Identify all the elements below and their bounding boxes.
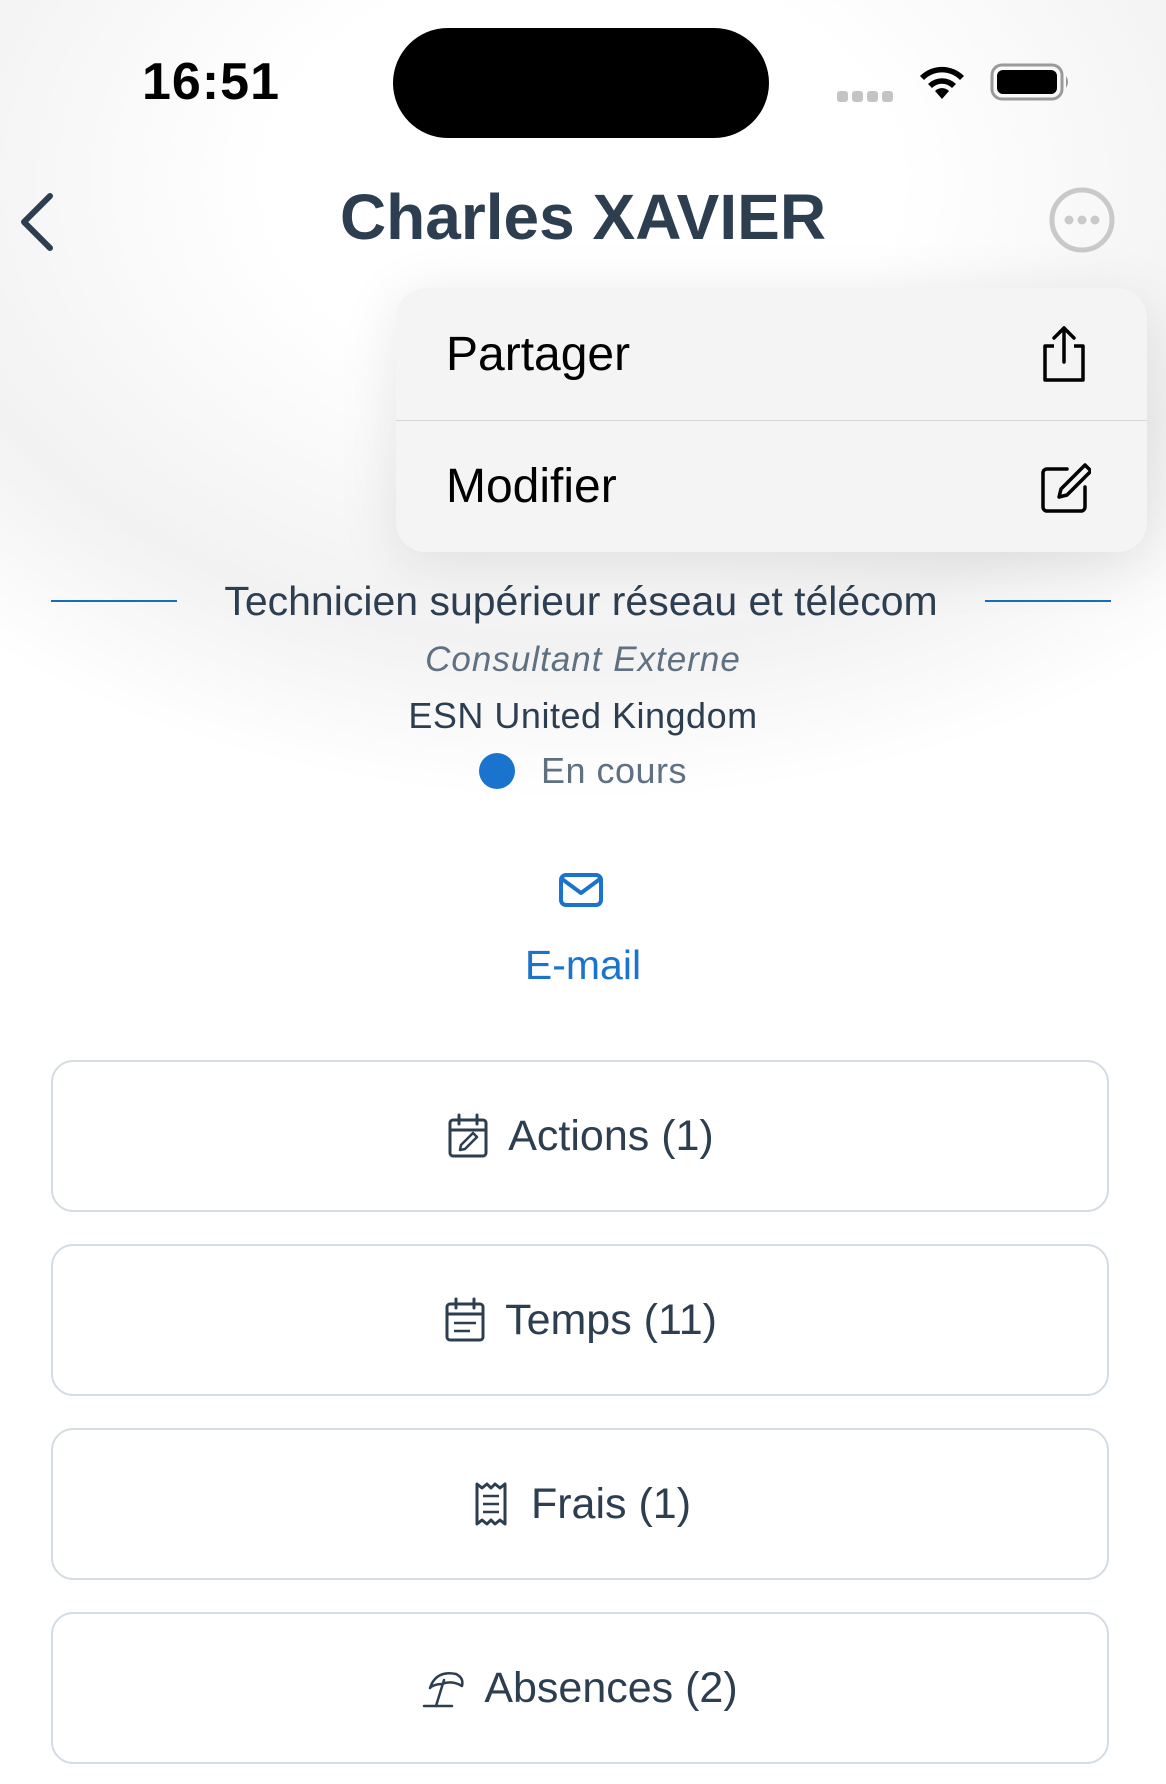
envelope-icon[interactable] xyxy=(558,872,604,908)
status-row: En cours xyxy=(0,750,1166,792)
section-label: Frais (1) xyxy=(530,1479,692,1528)
job-title-row: Technicien supérieur réseau et télécom xyxy=(51,574,1111,626)
section-label: Absences (2) xyxy=(484,1663,738,1712)
job-title: Technicien supérieur réseau et télécom xyxy=(224,578,938,624)
share-icon xyxy=(1043,326,1085,382)
more-options-icon[interactable] xyxy=(1048,186,1116,254)
time-button[interactable]: Temps (11) xyxy=(51,1244,1109,1396)
edit-icon xyxy=(1041,463,1091,513)
contract-type: Consultant Externe xyxy=(425,640,741,679)
actions-button[interactable]: Actions (1) xyxy=(51,1060,1109,1212)
calendar-edit-icon xyxy=(448,1113,488,1158)
battery-icon xyxy=(990,63,1068,101)
section-label: Actions (1) xyxy=(508,1111,714,1160)
calendar-list-icon xyxy=(445,1297,485,1342)
dynamic-island xyxy=(393,28,769,138)
company-name: ESN United Kingdom xyxy=(408,695,758,736)
cellular-signal-icon xyxy=(837,89,897,102)
menu-item-label: Modifier xyxy=(446,460,617,513)
menu-item-label: Partager xyxy=(446,327,631,381)
section-label: Temps (11) xyxy=(505,1295,717,1344)
page-title: Charles XAVIER xyxy=(339,181,827,253)
status-time: 16:51 xyxy=(142,53,280,111)
wifi-icon xyxy=(920,66,964,99)
email-button[interactable]: E-mail xyxy=(0,942,1166,989)
app-screen: 16:51 Charles XAVIER Partager Modifier T… xyxy=(0,0,1166,1784)
expenses-button[interactable]: Frais (1) xyxy=(51,1428,1109,1580)
menu-item-edit[interactable]: Modifier xyxy=(396,420,1147,552)
status-dot-icon xyxy=(478,753,515,789)
receipt-icon xyxy=(475,1482,507,1526)
divider-line xyxy=(985,600,1111,602)
menu-item-share[interactable]: Partager xyxy=(396,288,1147,420)
absences-button[interactable]: Absences (2) xyxy=(51,1612,1109,1764)
beach-umbrella-icon xyxy=(423,1672,464,1708)
status-label: En cours xyxy=(540,750,688,791)
options-menu: Partager Modifier xyxy=(396,288,1147,552)
